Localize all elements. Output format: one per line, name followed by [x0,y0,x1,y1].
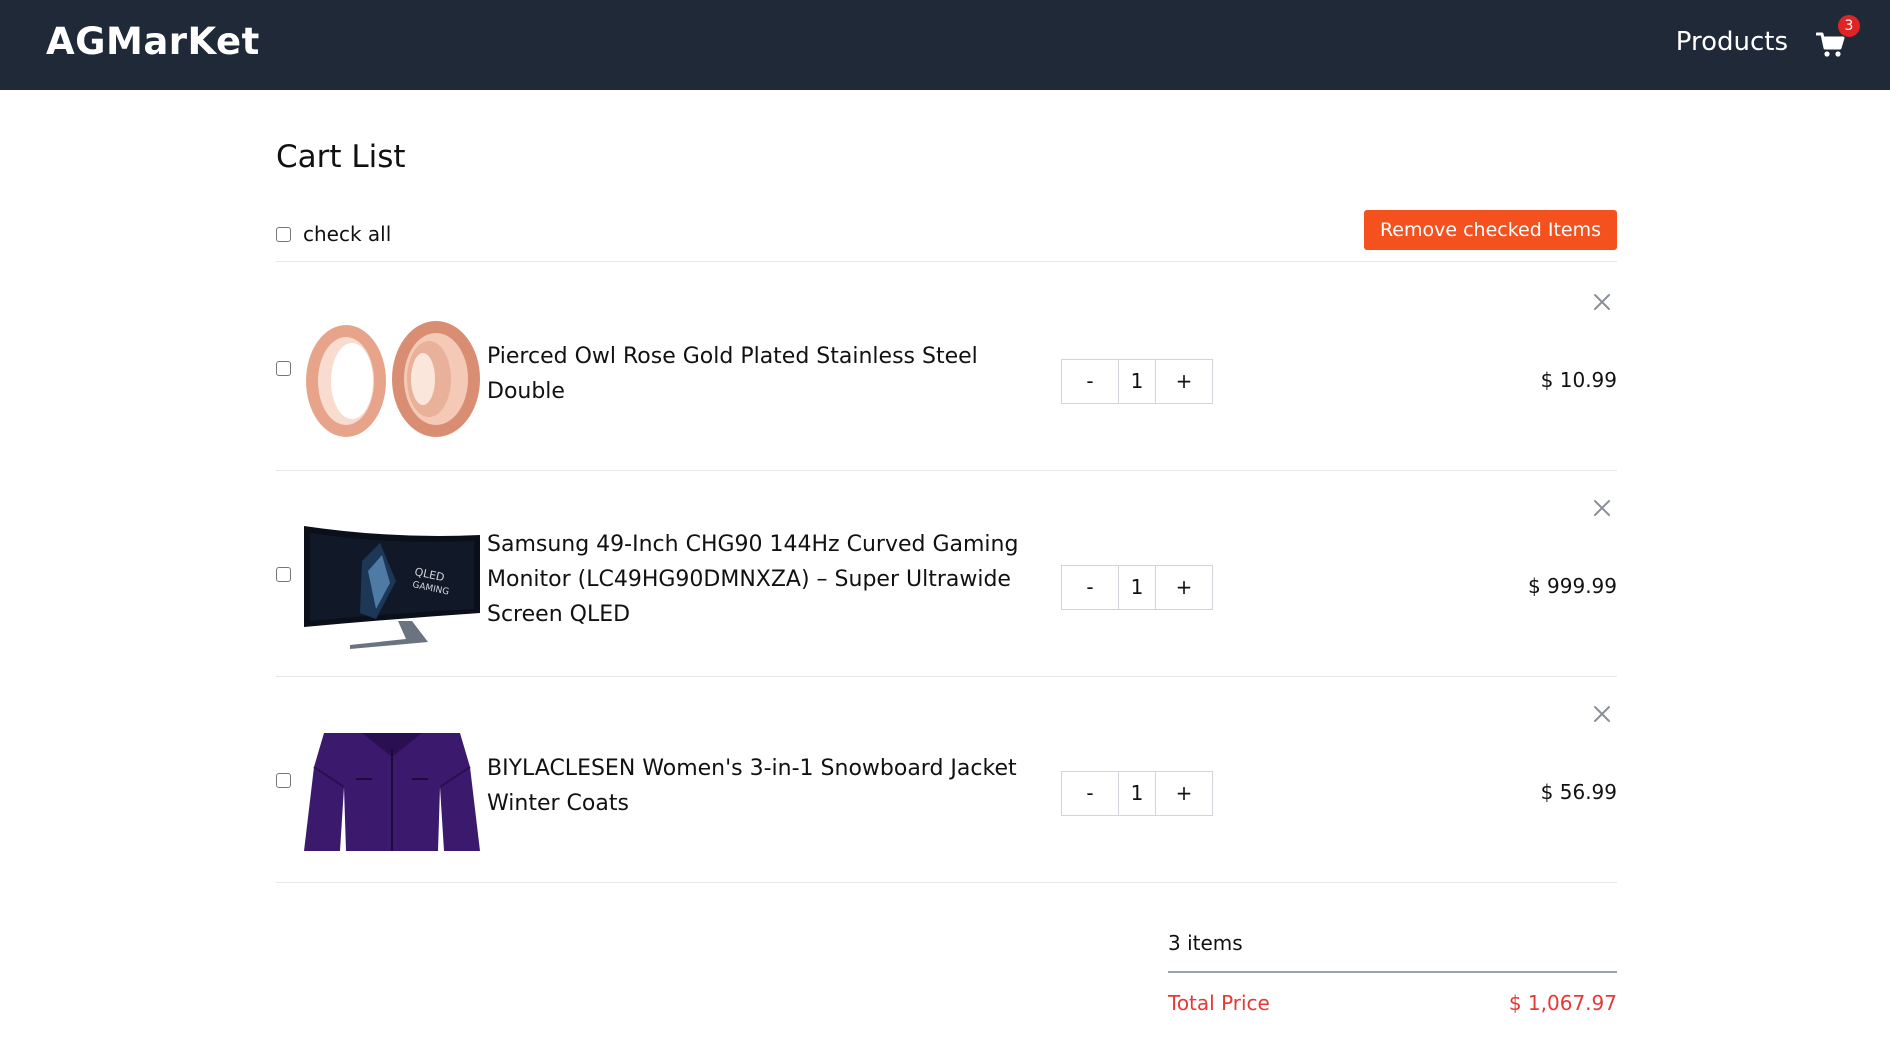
purple-jacket-image [304,733,480,851]
item-title[interactable]: BIYLACLESEN Women's 3-in-1 Snowboard Jac… [487,751,1047,821]
cart-item: BIYLACLESEN Women's 3-in-1 Snowboard Jac… [276,677,1617,883]
total-price-value: $ 1,067.97 [1508,991,1617,1015]
item-price: $ 10.99 [1540,368,1617,392]
brand-logo[interactable]: AGMarKet [46,20,260,63]
quantity-value[interactable]: 1 [1118,360,1156,403]
item-price: $ 56.99 [1540,780,1617,804]
item-checkbox[interactable] [276,773,291,788]
check-all-control[interactable]: check all [276,222,391,246]
cart-item: QLED GAMING Samsung 49-Inch CHG90 144Hz … [276,471,1617,677]
rose-gold-ear-plugs-image [306,321,480,437]
remove-checked-button[interactable]: Remove checked Items [1363,210,1617,250]
cart-icon [1816,32,1845,57]
curved-monitor-image: QLED GAMING [304,526,480,649]
cart-toolbar: check all Remove checked Items [276,210,1617,262]
cart-count-badge: 3 [1838,15,1860,37]
item-checkbox[interactable] [276,567,291,582]
decrease-quantity-button[interactable]: - [1062,360,1118,403]
page-title: Cart List [276,139,406,175]
item-title[interactable]: Samsung 49-Inch CHG90 144Hz Curved Gamin… [487,527,1047,632]
close-icon[interactable] [1591,497,1613,519]
quantity-value[interactable]: 1 [1118,772,1156,815]
increase-quantity-button[interactable]: + [1156,772,1212,815]
close-icon[interactable] [1591,291,1613,313]
item-title[interactable]: Pierced Owl Rose Gold Plated Stainless S… [487,339,1047,409]
quantity-stepper: - 1 + [1061,565,1213,610]
total-price-row: Total Price $ 1,067.97 [1168,973,1617,1015]
increase-quantity-button[interactable]: + [1156,360,1212,403]
check-all-checkbox[interactable] [276,226,291,242]
quantity-value[interactable]: 1 [1118,566,1156,609]
check-all-label: check all [303,222,392,246]
navbar: AGMarKet Products 3 [0,0,1890,90]
close-icon[interactable] [1591,703,1613,725]
cart-item: Pierced Owl Rose Gold Plated Stainless S… [276,265,1617,471]
item-checkbox[interactable] [276,361,291,376]
nav-products-link[interactable]: Products [1676,27,1788,57]
cart-summary: 3 items Total Price $ 1,067.97 [1168,925,1617,1015]
decrease-quantity-button[interactable]: - [1062,566,1118,609]
decrease-quantity-button[interactable]: - [1062,772,1118,815]
cart-button[interactable]: 3 [1816,15,1860,63]
quantity-stepper: - 1 + [1061,771,1213,816]
item-count: 3 items [1168,925,1617,973]
total-price-label: Total Price [1168,991,1270,1015]
increase-quantity-button[interactable]: + [1156,566,1212,609]
item-price: $ 999.99 [1527,574,1617,598]
quantity-stepper: - 1 + [1061,359,1213,404]
